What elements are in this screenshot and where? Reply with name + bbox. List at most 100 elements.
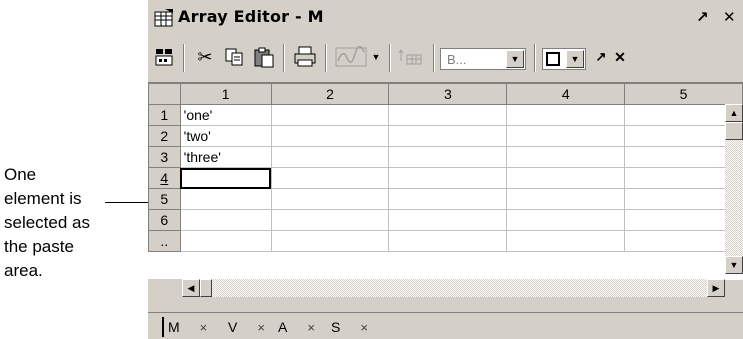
scroll-down-button[interactable]: ▼ bbox=[725, 256, 743, 274]
grid-cell[interactable] bbox=[388, 146, 508, 168]
stack-button[interactable] bbox=[396, 43, 426, 71]
grid-cell[interactable]: 'two' bbox=[179, 125, 272, 147]
toolbar-separator bbox=[283, 44, 285, 72]
grid-cell[interactable] bbox=[388, 230, 508, 252]
table-row: 5 bbox=[148, 188, 743, 210]
grid-cell[interactable]: 'one' bbox=[179, 104, 272, 126]
chevron-down-icon: ▼ bbox=[371, 52, 381, 62]
grid-cell[interactable] bbox=[270, 188, 390, 210]
row-header[interactable]: 1 bbox=[148, 104, 181, 126]
undock-icon: ↗ bbox=[595, 49, 607, 64]
import-data-icon bbox=[155, 49, 173, 66]
tab-a[interactable]: A × bbox=[278, 317, 315, 337]
row-header[interactable]: 3 bbox=[148, 146, 181, 168]
vertical-scrollbar[interactable]: ▲ ▼ bbox=[725, 104, 743, 274]
close-icon[interactable]: × bbox=[257, 320, 265, 335]
table-row: 1 'one' bbox=[148, 104, 743, 126]
chevron-down-icon[interactable]: ▼ bbox=[506, 50, 524, 68]
annotation-line: area. bbox=[4, 261, 43, 280]
horizontal-scroll-thumb[interactable] bbox=[200, 279, 212, 297]
column-header[interactable]: 3 bbox=[388, 83, 508, 105]
toolbar-close-button[interactable]: ✕ bbox=[612, 43, 628, 71]
grid-cell[interactable] bbox=[179, 230, 272, 252]
row-header[interactable]: 6 bbox=[148, 209, 181, 231]
vertical-scroll-thumb[interactable] bbox=[725, 122, 743, 140]
paste-icon bbox=[254, 47, 274, 68]
toolbar-separator bbox=[183, 44, 185, 72]
grid-cell[interactable] bbox=[506, 167, 626, 189]
table-row: 6 bbox=[148, 209, 743, 231]
tab-v[interactable]: V × bbox=[228, 317, 265, 337]
grid-cell[interactable]: 'three' bbox=[179, 146, 272, 168]
row-header-selected[interactable]: 4 bbox=[148, 167, 181, 189]
plot-icon bbox=[335, 46, 367, 67]
import-data-button[interactable] bbox=[152, 43, 176, 71]
table-row: 4 bbox=[148, 167, 743, 189]
close-icon[interactable]: × bbox=[307, 320, 315, 335]
grid-cell[interactable] bbox=[388, 125, 508, 147]
row-header[interactable]: 5 bbox=[148, 188, 181, 210]
grid-cell[interactable] bbox=[270, 230, 390, 252]
grid-cell[interactable] bbox=[506, 188, 626, 210]
row-header[interactable]: 2 bbox=[148, 125, 181, 147]
chevron-down-icon[interactable]: ▼ bbox=[566, 50, 584, 68]
grid-cell[interactable] bbox=[506, 209, 626, 231]
arrow-right-icon: ▶ bbox=[712, 282, 720, 293]
plot-dropdown[interactable]: ▼ bbox=[369, 43, 383, 71]
grid-cell[interactable] bbox=[506, 230, 626, 252]
variable-tab-bar: M × V × A × S × bbox=[148, 312, 743, 339]
scroll-left-button[interactable]: ◀ bbox=[182, 279, 200, 297]
tab-s[interactable]: S × bbox=[331, 317, 368, 337]
horizontal-scrollbar[interactable]: ◀ ▶ bbox=[182, 279, 725, 297]
array-editor-window: Array Editor - M ↗ ✕ ✂ ▼ B... ▼ ▼ ↗ ✕ 1 … bbox=[148, 0, 743, 339]
arrow-up-icon: ▲ bbox=[729, 108, 739, 118]
array-grid: 1 2 3 4 5 1 'one' 2 'two' 3 'three' 4 5 … bbox=[148, 82, 743, 280]
toolbar-separator bbox=[534, 44, 536, 72]
grid-cell[interactable] bbox=[270, 104, 390, 126]
close-icon[interactable]: × bbox=[200, 320, 208, 335]
print-button[interactable] bbox=[292, 43, 318, 71]
arrow-left-icon: ◀ bbox=[187, 282, 195, 293]
copy-button[interactable] bbox=[222, 43, 246, 71]
grid-cell[interactable] bbox=[506, 104, 626, 126]
column-header[interactable]: 1 bbox=[179, 83, 272, 105]
grid-cell[interactable] bbox=[388, 167, 508, 189]
array-editor-icon bbox=[154, 9, 173, 27]
tab-m[interactable]: M × bbox=[162, 317, 208, 337]
scroll-up-button[interactable]: ▲ bbox=[725, 104, 743, 122]
column-header[interactable]: 5 bbox=[624, 83, 743, 105]
grid-cell[interactable] bbox=[270, 125, 390, 147]
close-icon[interactable]: × bbox=[360, 320, 368, 335]
grid-cell[interactable] bbox=[179, 188, 272, 210]
undock-button[interactable]: ↗ bbox=[696, 8, 709, 26]
grid-cell[interactable] bbox=[179, 209, 272, 231]
grid-cell[interactable] bbox=[506, 125, 626, 147]
scroll-right-button[interactable]: ▶ bbox=[707, 279, 725, 297]
layout-combo[interactable]: ▼ bbox=[542, 48, 586, 70]
grid-cell[interactable] bbox=[506, 146, 626, 168]
grid-cell[interactable] bbox=[388, 188, 508, 210]
grid-cell[interactable] bbox=[388, 209, 508, 231]
close-button[interactable]: ✕ bbox=[723, 8, 736, 26]
selected-paste-cell[interactable] bbox=[179, 167, 272, 189]
annotation-line: element is bbox=[4, 189, 82, 208]
grid-cell[interactable] bbox=[270, 146, 390, 168]
plot-button[interactable] bbox=[334, 43, 368, 71]
close-icon: ✕ bbox=[614, 48, 626, 65]
base-workspace-combo[interactable]: B... ▼ bbox=[440, 48, 526, 70]
table-row: 2 'two' bbox=[148, 125, 743, 147]
grid-cell[interactable] bbox=[270, 209, 390, 231]
tab-label: S bbox=[331, 319, 341, 335]
tab-label: V bbox=[228, 319, 238, 335]
toolbar-undock-button[interactable]: ↗ bbox=[593, 43, 609, 71]
arrow-down-icon: ▼ bbox=[729, 260, 739, 270]
grid-corner[interactable] bbox=[148, 83, 181, 105]
table-row: 3 'three' bbox=[148, 146, 743, 168]
column-header[interactable]: 2 bbox=[270, 83, 390, 105]
grid-cell[interactable] bbox=[388, 104, 508, 126]
column-header[interactable]: 4 bbox=[506, 83, 626, 105]
row-header[interactable]: .. bbox=[148, 230, 181, 252]
grid-cell[interactable] bbox=[270, 167, 390, 189]
paste-button[interactable] bbox=[252, 43, 276, 71]
cut-button[interactable]: ✂ bbox=[194, 43, 216, 71]
